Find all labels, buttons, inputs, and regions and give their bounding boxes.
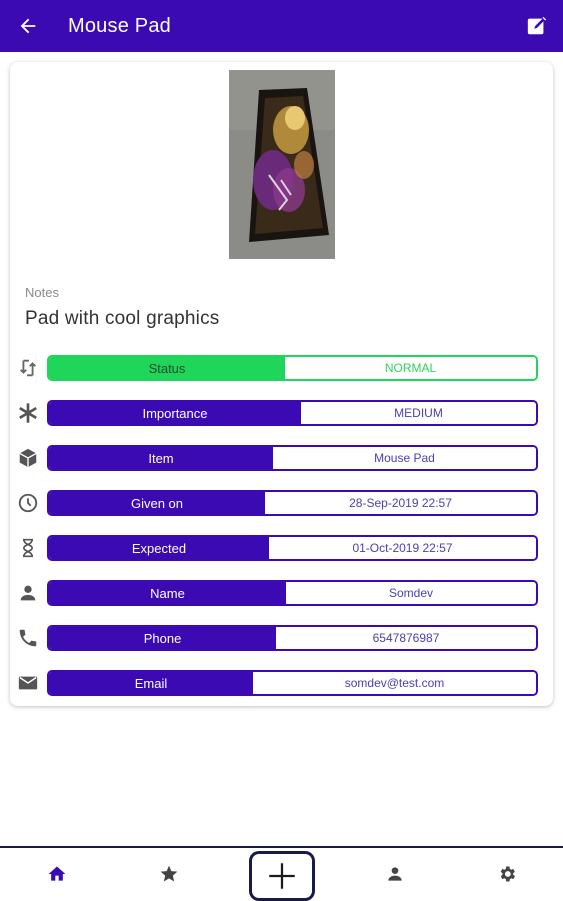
phone-pill: Phone 6547876987 bbox=[47, 625, 538, 651]
asterisk-icon bbox=[16, 401, 40, 425]
phone-value: 6547876987 bbox=[276, 627, 536, 649]
edit-note-icon bbox=[527, 16, 547, 35]
importance-label: Importance bbox=[49, 402, 301, 424]
importance-row: Importance MEDIUM bbox=[10, 399, 553, 427]
given-on-label: Given on bbox=[49, 492, 265, 514]
app-bar: Mouse Pad bbox=[0, 0, 563, 52]
name-row: Name Somdev bbox=[10, 579, 553, 607]
status-pill: Status NORMAL bbox=[47, 355, 538, 381]
email-pill: Email somdev@test.com bbox=[47, 670, 538, 696]
person-icon bbox=[16, 581, 40, 605]
status-row: Status NORMAL bbox=[10, 354, 553, 382]
home-icon bbox=[48, 866, 66, 881]
notes-label: Notes bbox=[25, 285, 59, 300]
item-label: Item bbox=[49, 447, 273, 469]
email-row: Email somdev@test.com bbox=[10, 669, 553, 697]
box-icon bbox=[16, 446, 40, 470]
importance-value: MEDIUM bbox=[301, 402, 536, 424]
star-icon bbox=[160, 865, 178, 882]
back-button[interactable] bbox=[8, 6, 48, 46]
given-on-pill: Given on 28-Sep-2019 22:57 bbox=[47, 490, 538, 516]
settings-icon bbox=[500, 866, 515, 882]
expected-pill: Expected 01-Oct-2019 22:57 bbox=[47, 535, 538, 561]
add-icon bbox=[269, 863, 295, 889]
status-label: Status bbox=[49, 357, 285, 379]
item-pill: Item Mouse Pad bbox=[47, 445, 538, 471]
notes-text: Pad with cool graphics bbox=[25, 308, 220, 329]
given-on-row: Given on 28-Sep-2019 22:57 bbox=[10, 489, 553, 517]
page-title: Mouse Pad bbox=[68, 14, 171, 37]
person-icon bbox=[388, 867, 402, 881]
item-photo[interactable] bbox=[229, 70, 335, 259]
name-value: Somdev bbox=[286, 582, 536, 604]
expected-label: Expected bbox=[49, 537, 269, 559]
item-row: Item Mouse Pad bbox=[10, 444, 553, 472]
nav-settings[interactable] bbox=[495, 862, 519, 886]
email-value: somdev@test.com bbox=[253, 672, 536, 694]
item-value: Mouse Pad bbox=[273, 447, 536, 469]
item-detail-card: Notes Pad with cool graphics Status NORM… bbox=[10, 62, 553, 706]
given-on-value: 28-Sep-2019 22:57 bbox=[265, 492, 536, 514]
hourglass-icon bbox=[16, 536, 40, 560]
email-label: Email bbox=[49, 672, 253, 694]
name-label: Name bbox=[49, 582, 286, 604]
add-button[interactable] bbox=[249, 851, 315, 901]
arrow-back-icon bbox=[20, 18, 36, 34]
phone-label: Phone bbox=[49, 627, 276, 649]
name-pill: Name Somdev bbox=[47, 580, 538, 606]
swap-icon bbox=[16, 356, 40, 380]
nav-favorites[interactable] bbox=[157, 862, 181, 886]
importance-pill: Importance MEDIUM bbox=[47, 400, 538, 426]
expected-row: Expected 01-Oct-2019 22:57 bbox=[10, 534, 553, 562]
phone-icon bbox=[16, 626, 40, 650]
nav-home[interactable] bbox=[45, 862, 69, 886]
nav-profile[interactable] bbox=[383, 862, 407, 886]
bottom-nav bbox=[0, 846, 563, 901]
clock-icon bbox=[16, 491, 40, 515]
phone-row: Phone 6547876987 bbox=[10, 624, 553, 652]
expected-value: 01-Oct-2019 22:57 bbox=[269, 537, 536, 559]
status-value: NORMAL bbox=[285, 357, 536, 379]
edit-button[interactable] bbox=[523, 12, 551, 40]
email-icon bbox=[16, 671, 40, 695]
